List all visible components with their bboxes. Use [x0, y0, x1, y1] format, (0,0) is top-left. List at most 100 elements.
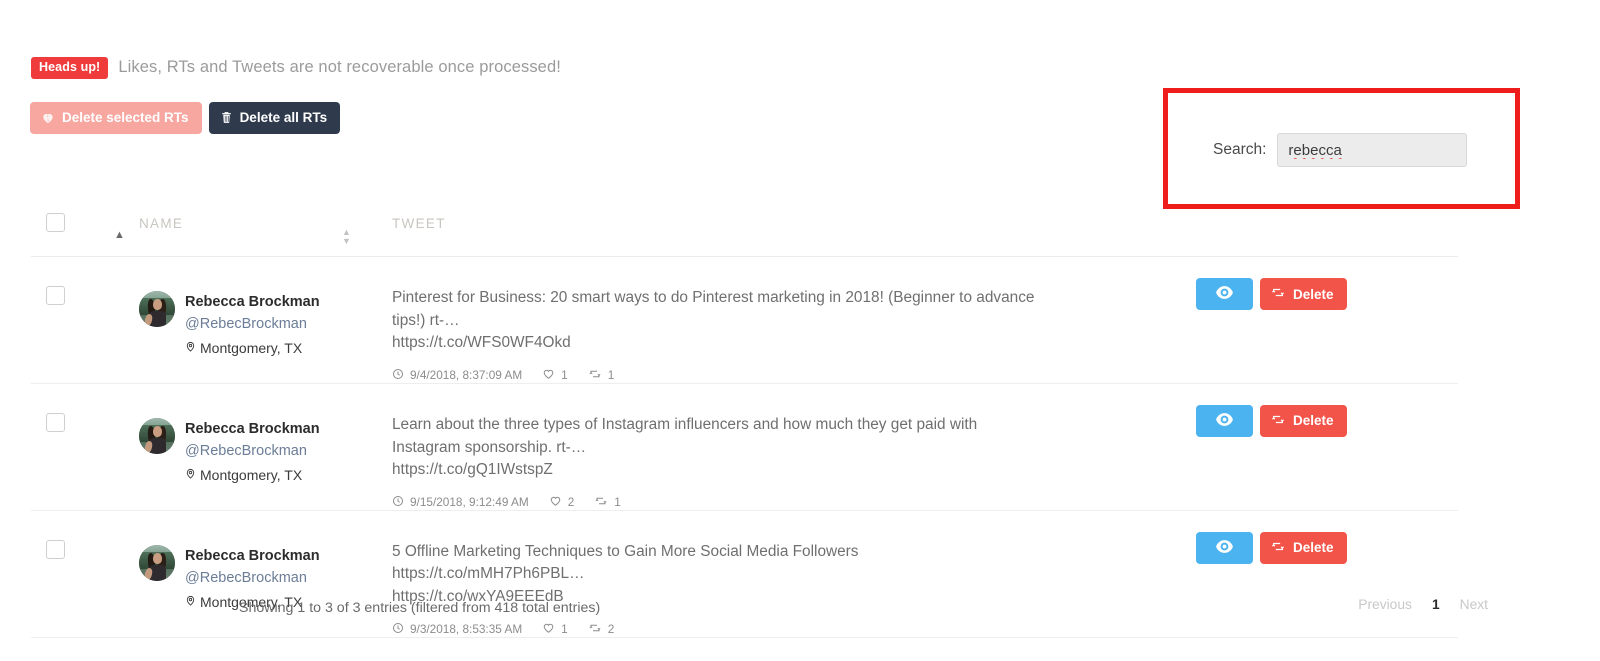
row-checkbox[interactable]: [46, 286, 65, 305]
tweet-date-group: 9/4/2018, 8:37:09 AM: [392, 368, 522, 383]
pagination: Previous 1 Next: [1358, 597, 1488, 612]
avatar: [139, 417, 175, 454]
pagination-previous[interactable]: Previous: [1358, 597, 1412, 612]
eye-icon: [1216, 539, 1233, 556]
table-row: Rebecca Brockman @RebecBrockman Montgome…: [31, 384, 1458, 511]
tweet-date: 9/4/2018, 8:37:09 AM: [410, 368, 523, 383]
heart-icon: [549, 495, 562, 510]
heads-up-alert: Heads up! Likes, RTs and Tweets are not …: [31, 57, 561, 79]
chevron-down-icon: ▼: [342, 236, 351, 246]
row-checkbox[interactable]: [46, 539, 65, 559]
row-actions-cell: Delete: [1193, 402, 1458, 437]
retweet-icon: [588, 368, 602, 383]
eye-icon: [1216, 413, 1233, 429]
retweet-icon: [1270, 413, 1286, 429]
tweet-like-count: 2: [567, 495, 575, 510]
tweet-text: 5 Offline Marketing Techniques to Gain M…: [392, 542, 859, 583]
delete-selected-rts-button[interactable]: Delete selected RTs: [30, 102, 202, 134]
retweet-icon: [1270, 540, 1286, 556]
table-row: Rebecca Brockman @RebecBrockman Montgome…: [31, 257, 1458, 384]
delete-tweet-button[interactable]: Delete: [1260, 531, 1347, 564]
tweet-meta: 9/15/2018, 9:12:49 AM 2 1: [392, 495, 1193, 510]
tweet-retweets-group: 2: [588, 622, 615, 637]
row-select-cell: [31, 402, 139, 432]
search-label: Search:: [1213, 141, 1267, 158]
row-tweet-cell: Learn about the three types of Instagram…: [392, 402, 1193, 510]
clock-icon: [392, 622, 404, 637]
delete-selected-rts-label: Delete selected RTs: [62, 109, 189, 125]
delete-all-rts-button[interactable]: Delete all RTs: [208, 102, 341, 134]
tweet-url[interactable]: https://t.co/gQ1IWstspZ: [392, 461, 553, 478]
tweet-meta: 9/3/2018, 8:53:35 AM 1 2: [392, 622, 1193, 637]
select-all-checkbox[interactable]: [46, 213, 65, 232]
avatar: [139, 291, 175, 327]
sort-ascending-icon[interactable]: ▲: [114, 230, 125, 241]
user-name: Rebecca Brockman: [185, 547, 320, 564]
clock-icon: [392, 368, 404, 383]
tweet-date: 9/3/2018, 8:53:35 AM: [410, 622, 523, 637]
user-name: Rebecca Brockman: [185, 294, 320, 310]
tweet-url[interactable]: https://t.co/WFS0WF4Okd: [392, 334, 571, 351]
row-tweet-cell: 5 Offline Marketing Techniques to Gain M…: [392, 529, 1193, 637]
delete-tweet-button[interactable]: Delete: [1260, 404, 1347, 437]
delete-tweet-label: Delete: [1293, 540, 1334, 556]
user-location: Montgomery, TX: [185, 337, 320, 359]
tweet-likes-group: 1: [542, 622, 568, 637]
heart-icon: [542, 368, 555, 383]
tweet-text: Learn about the three types of Instagram…: [392, 415, 978, 456]
header-name-label: NAME: [139, 216, 184, 231]
row-select-cell: [31, 275, 139, 305]
tweet-date-group: 9/3/2018, 8:53:35 AM: [392, 622, 522, 637]
location-pin-icon: [185, 591, 196, 613]
header-tweet-label: TWEET: [392, 216, 446, 231]
tweet-retweets-group: 1: [594, 495, 621, 510]
retweet-icon: [594, 495, 608, 510]
eye-icon: [1216, 286, 1233, 302]
header-select-all-cell: ▲: [31, 203, 139, 241]
tweet-text: Pinterest for Business: 20 smart ways to…: [392, 289, 1035, 329]
tweet-retweet-count: 1: [614, 495, 621, 510]
tweet-retweet-count: 1: [607, 368, 615, 383]
view-tweet-button[interactable]: [1196, 404, 1253, 437]
row-actions-cell: Delete: [1193, 275, 1458, 310]
retweet-icon: [588, 622, 602, 637]
tweets-table: ▲ NAME ▲ ▼ TWEET Rebecca Brockman @Rebec…: [31, 203, 1458, 638]
user-name: Rebecca Brockman: [185, 420, 320, 437]
user-handle[interactable]: @RebecBrockman: [185, 567, 320, 590]
tweet-date: 9/15/2018, 9:12:49 AM: [410, 495, 529, 510]
clock-icon: [392, 495, 404, 510]
heads-up-message: Likes, RTs and Tweets are not recoverabl…: [118, 58, 561, 77]
user-handle[interactable]: @RebecBrockman: [185, 313, 320, 336]
user-location: Montgomery, TX: [185, 464, 320, 486]
user-handle[interactable]: @RebecBrockman: [185, 440, 320, 463]
pagination-next[interactable]: Next: [1460, 597, 1488, 612]
row-tweet-cell: Pinterest for Business: 20 smart ways to…: [392, 275, 1193, 383]
tweet-retweets-group: 1: [588, 368, 615, 383]
heads-up-badge: Heads up!: [31, 57, 109, 79]
table-info: Showing 1 to 3 of 3 entries (filtered fr…: [239, 600, 601, 616]
header-name-cell[interactable]: NAME ▲ ▼: [139, 203, 392, 246]
row-user-cell: Rebecca Brockman @RebecBrockman Montgome…: [139, 402, 392, 486]
tweet-meta: 9/4/2018, 8:37:09 AM 1 1: [392, 368, 1193, 383]
tweet-likes-group: 2: [549, 495, 575, 510]
pagination-current-page[interactable]: 1: [1432, 597, 1440, 612]
avatar: [139, 544, 175, 581]
bulk-actions-toolbar: Delete selected RTs Delete all RTs: [30, 102, 341, 134]
table-header-row: ▲ NAME ▲ ▼ TWEET: [31, 203, 1458, 257]
view-tweet-button[interactable]: [1196, 278, 1253, 310]
broken-heart-icon: [41, 111, 55, 125]
delete-all-rts-label: Delete all RTs: [239, 109, 328, 125]
search-control: Search:: [1213, 133, 1468, 167]
search-input[interactable]: [1277, 133, 1468, 167]
sort-toggle-icon[interactable]: ▲ ▼: [342, 228, 351, 246]
tweet-retweet-count: 2: [607, 622, 615, 637]
location-pin-icon: [185, 337, 196, 359]
delete-tweet-button[interactable]: Delete: [1260, 278, 1347, 310]
header-tweet-cell[interactable]: TWEET: [392, 203, 1193, 233]
user-location-label: Montgomery, TX: [200, 466, 303, 483]
page-root: Heads up! Likes, RTs and Tweets are not …: [0, 0, 1600, 661]
delete-tweet-label: Delete: [1293, 286, 1334, 302]
view-tweet-button[interactable]: [1196, 531, 1253, 564]
row-checkbox[interactable]: [46, 412, 65, 432]
truncated-top-text: [0, 0, 1600, 2]
